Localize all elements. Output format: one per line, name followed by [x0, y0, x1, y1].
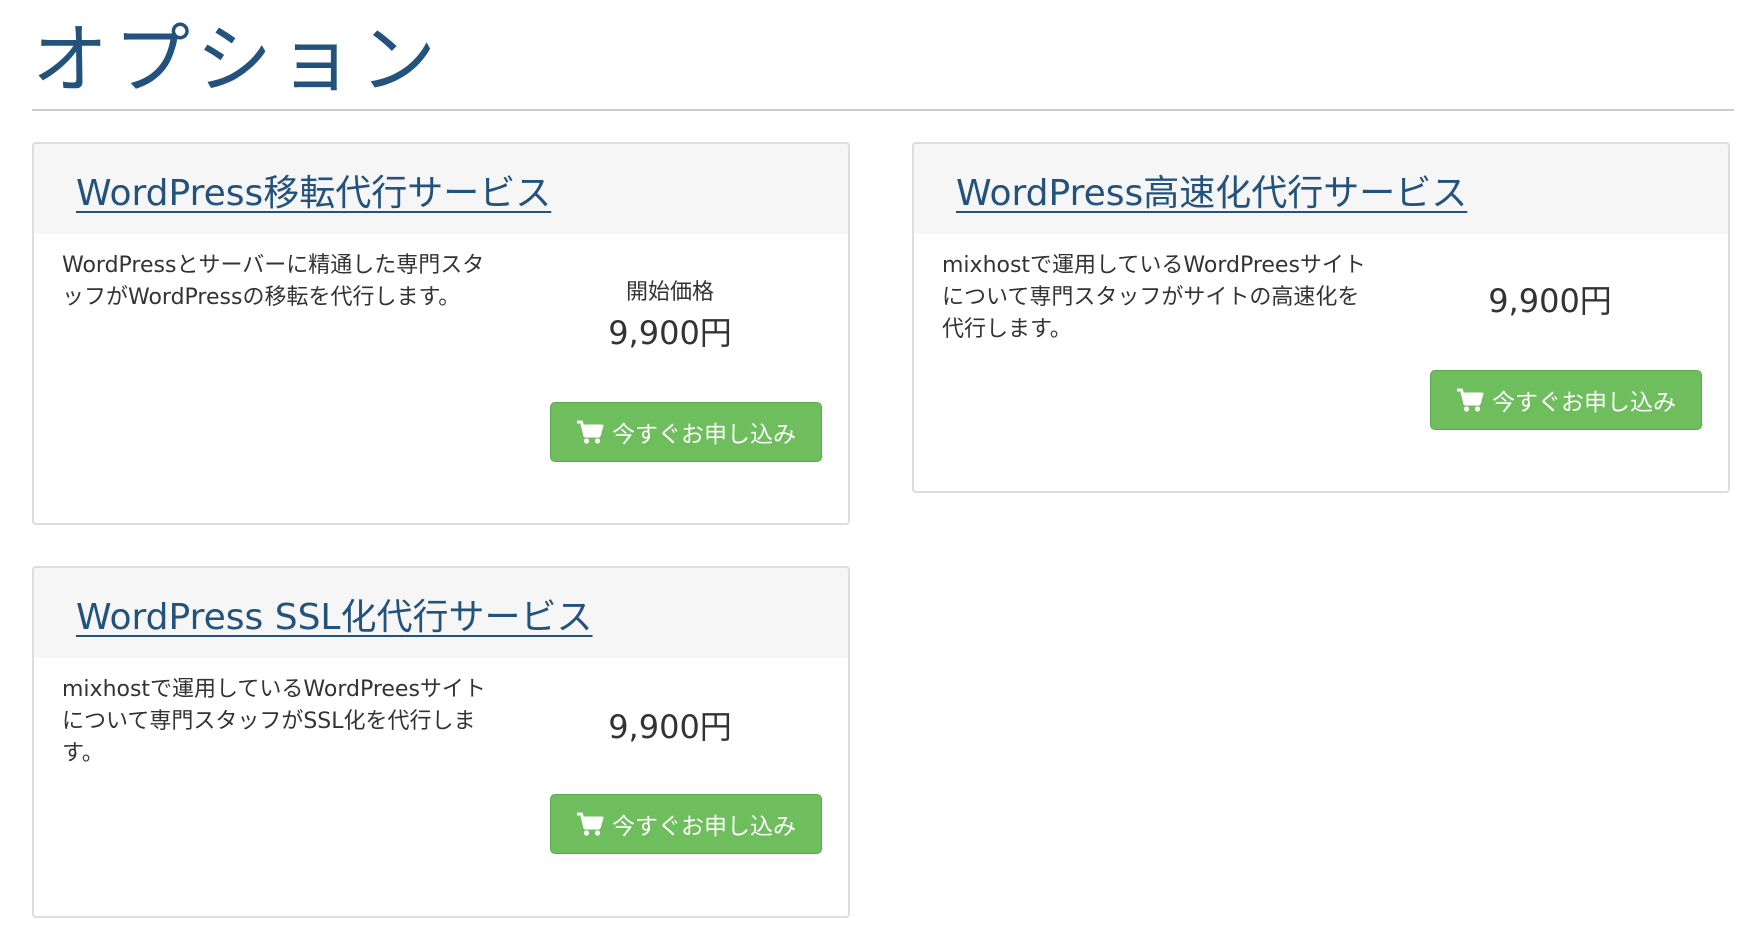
shopping-cart-icon: [576, 811, 604, 837]
option-title-link[interactable]: WordPress移転代行サービス: [76, 164, 551, 216]
option-description: mixhostで運用しているWordPreesサイトについて専門スタッフがSSL…: [62, 677, 486, 766]
price-label: 開始価格: [625, 280, 714, 305]
price: 9,900円: [608, 314, 732, 352]
option-title-link[interactable]: WordPress高速化代行サービス: [956, 164, 1467, 216]
card-header: WordPress移転代行サービス: [34, 144, 848, 234]
order-button-label: 今すぐお申し込み: [612, 422, 796, 448]
shopping-cart-icon: [1456, 387, 1484, 413]
option-card-speedup: WordPress高速化代行サービス mixhostで運用しているWordPre…: [912, 142, 1730, 493]
order-button[interactable]: 今すぐお申し込み: [550, 794, 822, 854]
option-card-migration: WordPress移転代行サービス WordPressとサーバーに精通した専門ス…: [32, 142, 850, 525]
option-card-ssl: WordPress SSL化代行サービス mixhostで運用しているWordP…: [32, 566, 850, 918]
option-description: mixhostで運用しているWordPreesサイトについて専門スタッフがサイト…: [942, 253, 1366, 342]
price: 9,900円: [608, 708, 732, 746]
order-button-label: 今すぐお申し込み: [612, 814, 796, 840]
order-button[interactable]: 今すぐお申し込み: [550, 402, 822, 462]
order-button-label: 今すぐお申し込み: [1492, 390, 1676, 416]
price: 9,900円: [1488, 282, 1612, 320]
shopping-cart-icon: [576, 419, 604, 445]
card-header: WordPress SSL化代行サービス: [34, 568, 848, 658]
card-header: WordPress高速化代行サービス: [914, 144, 1728, 234]
option-title-link[interactable]: WordPress SSL化代行サービス: [76, 588, 592, 640]
order-button[interactable]: 今すぐお申し込み: [1430, 370, 1702, 430]
option-description: WordPressとサーバーに精通した専門スタッフがWordPressの移転を代…: [62, 253, 485, 310]
title-divider: [32, 109, 1734, 111]
page-title: オプション: [32, 15, 442, 104]
